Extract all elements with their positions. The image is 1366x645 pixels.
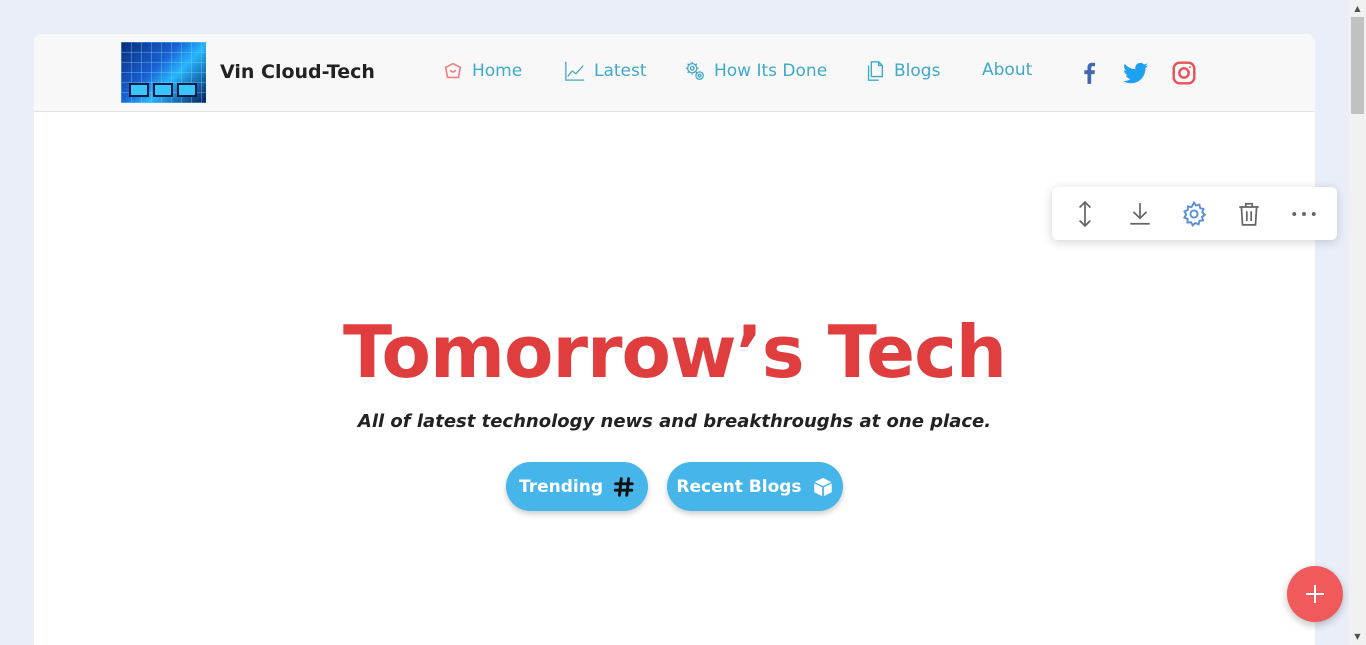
chart-line-icon (565, 61, 585, 81)
nav-item-home[interactable]: Home (442, 60, 522, 82)
facebook-icon[interactable] (1076, 60, 1102, 86)
plus-icon (1306, 585, 1324, 603)
trending-button[interactable]: Trending (506, 462, 648, 511)
scroll-down-arrow[interactable]: ▼ (1349, 628, 1366, 645)
move-button[interactable] (1070, 199, 1100, 229)
hashtag-icon (613, 476, 634, 497)
scroll-thumb[interactable] (1351, 17, 1364, 114)
add-block-button[interactable] (1287, 566, 1343, 622)
cube-icon (813, 477, 832, 496)
nav-label-about: About (982, 60, 1033, 80)
move-vertical-icon (1079, 200, 1092, 227)
settings-icon (1183, 200, 1207, 227)
nav-item-blogs[interactable]: Blogs (864, 60, 940, 82)
nav-label-home: Home (472, 61, 523, 81)
settings-button[interactable] (1179, 199, 1209, 229)
block-toolbar (1052, 187, 1337, 240)
trending-button-label: Trending (518, 476, 603, 497)
hero-title: Tomorrow’s Tech (342, 310, 1007, 394)
nav-item-latest[interactable]: Latest (564, 60, 647, 82)
brand-logo[interactable] (121, 42, 206, 103)
scroll-up-arrow[interactable]: ▲ (1349, 0, 1366, 17)
hero-subtitle: All of latest technology news and breakt… (357, 411, 992, 432)
trash-icon (1239, 202, 1259, 226)
nav-label-how-its-done: How Its Done (714, 61, 828, 81)
recent-blogs-button[interactable]: Recent Blogs (667, 462, 843, 511)
nav-item-about[interactable]: About (982, 60, 1032, 80)
instagram-icon[interactable] (1171, 60, 1197, 86)
download-icon (1130, 202, 1150, 225)
more-icon (1291, 211, 1316, 216)
nav-label-latest: Latest (594, 61, 647, 81)
gears-icon (685, 61, 704, 80)
nav-item-how-its-done[interactable]: How Its Done (684, 60, 827, 82)
delete-button[interactable] (1234, 199, 1264, 229)
page-card: Vin Cloud-Tech Home Latest How Its Done (34, 34, 1315, 645)
download-button[interactable] (1125, 199, 1155, 229)
documents-icon (867, 61, 884, 81)
home-icon (444, 62, 462, 79)
more-button[interactable] (1289, 199, 1319, 229)
page-scrollbar[interactable]: ▲ ▼ (1349, 0, 1366, 645)
navbar: Vin Cloud-Tech Home Latest How Its Done (34, 34, 1315, 112)
recent-blogs-button-label: Recent Blogs (676, 476, 802, 497)
nav-label-blogs: Blogs (894, 61, 941, 81)
twitter-icon[interactable] (1123, 60, 1149, 86)
brand-name[interactable]: Vin Cloud-Tech (220, 61, 375, 83)
